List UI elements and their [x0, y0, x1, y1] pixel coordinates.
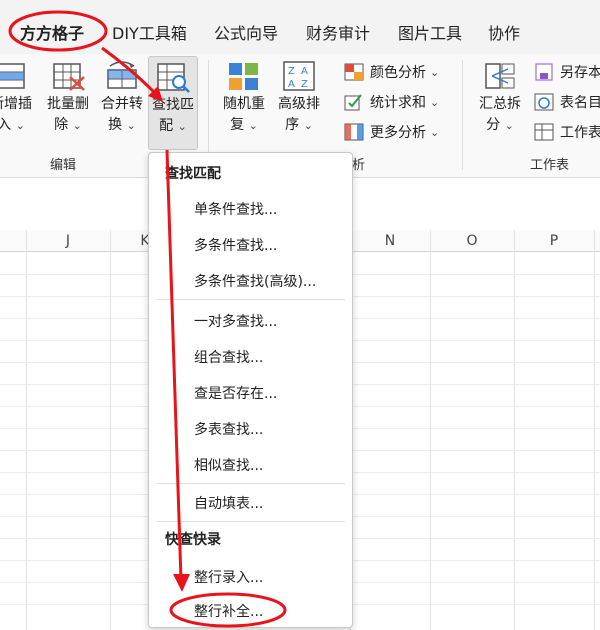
chevron-down-icon: ⌄ [430, 95, 440, 109]
find-match-icon [157, 63, 190, 93]
insert-label-1: 新增插 [0, 96, 32, 112]
random-repeat-button[interactable]: 随机重 复 ⌄ [218, 60, 270, 136]
insert-button[interactable]: 新增插 入 ⌄ [0, 60, 36, 136]
summary-split-icon [485, 63, 515, 89]
worksheet-label: 工作表 [560, 125, 600, 141]
grid-line [430, 230, 431, 630]
random-icon [229, 63, 258, 90]
sort-label-1: 高级排 [278, 96, 320, 112]
insert-label-2: 入 [0, 117, 12, 133]
menu-separator [157, 521, 345, 522]
grid-line [110, 230, 111, 630]
group-label-edit: 编辑 [50, 158, 77, 173]
chevron-down-icon: ⌄ [504, 119, 514, 132]
menu-item-multi-condition-lookup[interactable]: 多条件查找... [194, 235, 277, 255]
merge-convert-label-1: 合并转 [101, 96, 143, 112]
chevron-down-icon: ⌄ [303, 119, 313, 132]
column-header-p[interactable]: P [514, 230, 594, 252]
chevron-down-icon: ⌄ [177, 120, 187, 133]
menu-item-check-exists[interactable]: 查是否存在... [194, 383, 277, 403]
menu-item-one-to-many-lookup[interactable]: 一对多查找... [194, 311, 277, 331]
svg-text:A: A [301, 66, 308, 77]
sheet-names-button[interactable]: 表名目 [534, 92, 600, 112]
menu-separator [157, 299, 345, 300]
menu-item-row-entry[interactable]: 整行录入... [194, 567, 263, 587]
tab-diy-toolbox[interactable]: DIY工具箱 [112, 20, 187, 44]
menu-item-row-complete[interactable]: 整行补全... [194, 601, 263, 621]
save-as-icon [535, 63, 553, 81]
chevron-down-icon: ⌄ [430, 125, 440, 139]
menu-item-auto-fill-form[interactable]: 自动填表... [194, 493, 263, 513]
group-label-worksheet: 工作表 [530, 158, 570, 173]
chevron-down-icon: ⌄ [72, 119, 82, 132]
merge-convert-button[interactable]: 合并转 换 ⌄ [96, 60, 148, 136]
advanced-sort-button[interactable]: Z A A Z 高级排 序 ⌄ [272, 60, 326, 136]
column-header-n[interactable]: N [350, 230, 430, 252]
find-match-label-1: 查找匹 [152, 97, 194, 113]
random-label-1: 随机重 [223, 96, 265, 112]
sheet-names-label: 表名目 [560, 95, 600, 111]
random-label-2: 复 [230, 117, 245, 133]
menu-section-title-find-match: 查找匹配 [165, 166, 221, 182]
svg-text:Z: Z [288, 66, 295, 77]
menu-section-title-quick-entry: 快查快录 [165, 532, 221, 548]
more-analysis-button[interactable]: 更多分析 ⌄ [344, 122, 439, 142]
save-as-label: 另存本 [560, 65, 600, 81]
menu-item-similar-lookup[interactable]: 相似查找... [194, 455, 263, 475]
grid-line [26, 230, 27, 630]
column-header-o[interactable]: O [430, 230, 514, 252]
svg-text:A: A [288, 79, 295, 90]
menu-separator [157, 483, 345, 484]
chevron-down-icon: ⌄ [15, 119, 25, 132]
chevron-down-icon: ⌄ [126, 119, 136, 132]
tab-collaboration[interactable]: 协作 [488, 20, 520, 44]
svg-text:Z: Z [301, 79, 308, 90]
summary-split-label-2: 分 [486, 117, 501, 133]
color-analysis-label: 颜色分析 [370, 65, 426, 81]
menu-item-combined-lookup[interactable]: 组合查找... [194, 347, 263, 367]
worksheet-button[interactable]: 工作表 [534, 122, 600, 142]
tab-image-tools[interactable]: 图片工具 [398, 20, 462, 44]
color-analysis-button[interactable]: 颜色分析 ⌄ [344, 62, 439, 82]
tab-financial-audit[interactable]: 财务审计 [306, 20, 370, 44]
grid-line [514, 230, 515, 630]
stat-sum-button[interactable]: 统计求和 ⌄ [344, 92, 439, 112]
group-separator [462, 60, 463, 170]
chevron-down-icon: ⌄ [430, 65, 440, 79]
batch-delete-icon [53, 63, 85, 91]
tab-formula-wizard[interactable]: 公式向导 [214, 20, 278, 44]
insert-icon [0, 63, 25, 89]
worksheet-icon [534, 123, 554, 141]
merge-convert-label-2: 换 [108, 117, 123, 133]
chevron-down-icon: ⌄ [248, 119, 258, 132]
menu-item-multi-condition-lookup-advanced[interactable]: 多条件查找(高级)... [194, 271, 316, 291]
find-match-label-2: 配 [159, 118, 174, 134]
sort-label-2: 序 [285, 117, 300, 133]
column-header-j[interactable]: J [26, 230, 110, 252]
menu-item-single-condition-lookup[interactable]: 单条件查找... [194, 199, 277, 219]
stat-sum-label: 统计求和 [370, 95, 426, 111]
find-match-button[interactable]: 查找匹 配 ⌄ [148, 56, 198, 150]
sort-icon: Z A A Z [283, 61, 315, 91]
more-analysis-label: 更多分析 [370, 125, 426, 141]
batch-delete-label-1: 批量删 [47, 96, 89, 112]
menu-item-multi-sheet-lookup[interactable]: 多表查找... [194, 419, 263, 439]
more-analysis-icon [344, 123, 364, 141]
summary-split-label-1: 汇总拆 [479, 96, 521, 112]
group-label-analysis: 析 [352, 158, 366, 173]
grid-line [594, 230, 595, 630]
sheet-names-icon [534, 93, 554, 111]
ribbon-tab-bar: 方方格子 DIY工具箱 公式向导 财务审计 图片工具 协作 [0, 0, 600, 54]
merge-convert-icon [107, 61, 137, 89]
batch-delete-label-2: 除 [54, 117, 69, 133]
batch-delete-button[interactable]: 批量删 除 ⌄ [42, 60, 94, 136]
tab-fangfanggezi[interactable]: 方方格子 [20, 20, 84, 44]
save-as-button[interactable]: 另存本 [534, 62, 600, 82]
color-analysis-icon [344, 63, 364, 81]
find-match-dropdown: 查找匹配 单条件查找... 多条件查找... 多条件查找(高级)... 一对多查… [148, 152, 353, 628]
summary-split-button[interactable]: 汇总拆 分 ⌄ [474, 60, 526, 136]
stat-sum-icon [344, 94, 362, 111]
